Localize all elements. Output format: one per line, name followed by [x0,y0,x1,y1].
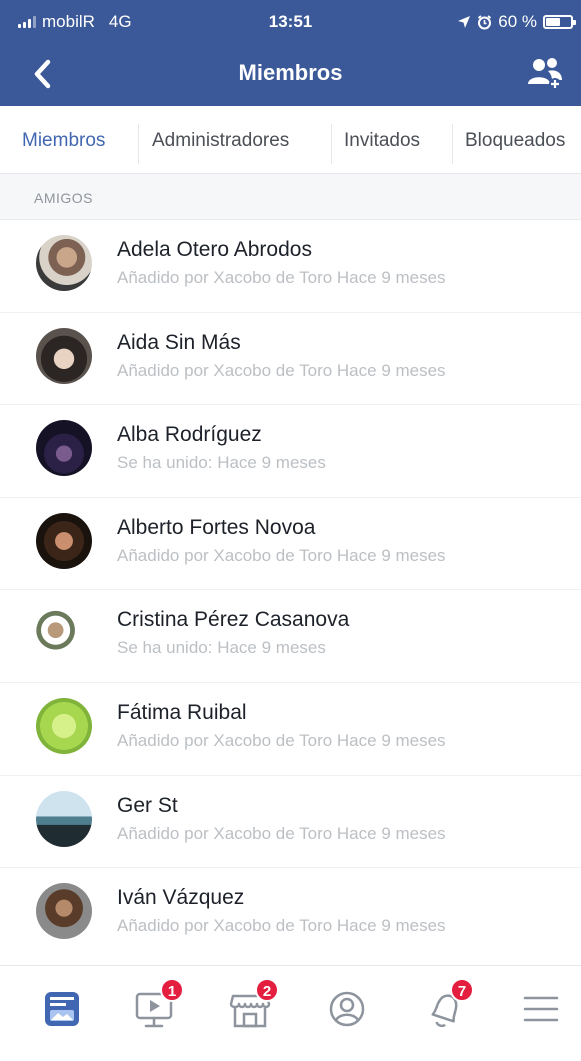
tab-admins[interactable]: Administradores [152,130,289,152]
bottom-tab-bar: 1 2 7 [0,965,581,1061]
members-list: Adela Otero Abrodos Añadido por Xacobo d… [0,220,581,961]
status-bar: mobilR 4G 13:51 60 % [0,0,581,44]
list-item[interactable]: Aida Sin Más Añadido por Xacobo de Toro … [0,313,581,406]
avatar[interactable] [36,235,92,291]
tab-divider [452,124,453,164]
battery-icon [543,15,576,29]
member-name[interactable]: Fátima Ruibal [117,701,247,725]
list-item[interactable]: Alberto Fortes Novoa Añadido por Xacobo … [0,498,581,591]
member-subtitle: Se ha unido: Hace 9 meses [117,638,326,658]
avatar[interactable] [36,420,92,477]
member-name[interactable]: Alberto Fortes Novoa [117,516,315,540]
menu-icon [523,996,559,1022]
member-name[interactable]: Cristina Pérez Casanova [117,608,349,632]
avatar[interactable] [36,697,92,754]
section-title: AMIGOS [34,190,94,206]
tab-members[interactable]: Miembros [22,130,105,152]
notification-badge: 2 [255,978,279,1002]
tab-divider [138,124,139,164]
battery-level [546,18,560,26]
members-tabs: Miembros Administradores Invitados Bloqu… [0,114,581,174]
tab-divider [331,124,332,164]
tab-invited[interactable]: Invitados [344,130,420,152]
tab-blocked[interactable]: Bloqueados [465,130,565,152]
tab-news-feed[interactable] [37,984,87,1034]
avatar[interactable] [36,605,92,662]
profile-icon [329,991,365,1027]
list-item[interactable]: Adela Otero Abrodos Añadido por Xacobo d… [0,220,581,313]
member-name[interactable]: Adela Otero Abrodos [117,238,312,262]
list-item[interactable]: Alba Rodríguez Se ha unido: Hace 9 meses [0,405,581,498]
news-feed-icon [45,992,79,1026]
status-right: 60 % [457,12,576,32]
page-title: Miembros [238,60,343,85]
avatar[interactable] [36,327,92,384]
location-arrow-icon [458,16,471,28]
tab-profile[interactable] [322,984,372,1034]
member-subtitle: Añadido por Xacobo de Toro Hace 9 meses [117,823,446,843]
member-subtitle: Añadido por Xacobo de Toro Hace 9 meses [117,916,446,936]
member-name[interactable]: Aida Sin Más [117,331,241,355]
tab-marketplace[interactable]: 2 [225,978,279,1034]
member-subtitle: Añadido por Xacobo de Toro Hace 9 meses [117,360,446,380]
member-subtitle: Se ha unido: Hace 9 meses [117,453,326,473]
app-header: mobilR 4G 13:51 60 % Miembros [0,0,581,106]
section-header: AMIGOS [0,174,581,220]
member-name[interactable]: Iván Vázquez [117,886,244,910]
avatar[interactable] [36,883,92,940]
member-subtitle: Añadido por Xacobo de Toro Hace 9 meses [117,545,446,565]
group-members-icon[interactable] [525,54,565,92]
navigation-bar: Miembros [0,44,581,106]
member-name[interactable]: Ger St [117,794,178,818]
battery-percent: 60 % [498,12,537,31]
list-item[interactable]: Iván Vázquez Añadido por Xacobo de Toro … [0,868,581,961]
notification-badge: 7 [450,978,474,1002]
tab-notifications[interactable]: 7 [420,978,474,1034]
list-item[interactable]: Ger St Añadido por Xacobo de Toro Hace 9… [0,776,581,869]
tab-watch[interactable]: 1 [130,978,184,1034]
notification-badge: 1 [160,978,184,1002]
member-name[interactable]: Alba Rodríguez [117,423,262,447]
alarm-icon [478,14,492,29]
list-item[interactable]: Cristina Pérez Casanova Se ha unido: Hac… [0,590,581,683]
list-item[interactable]: Fátima Ruibal Añadido por Xacobo de Toro… [0,683,581,776]
avatar[interactable] [36,790,92,847]
tab-menu[interactable] [516,984,566,1034]
member-subtitle: Añadido por Xacobo de Toro Hace 9 meses [117,268,446,287]
member-subtitle: Añadido por Xacobo de Toro Hace 9 meses [117,730,446,750]
avatar[interactable] [36,512,92,569]
